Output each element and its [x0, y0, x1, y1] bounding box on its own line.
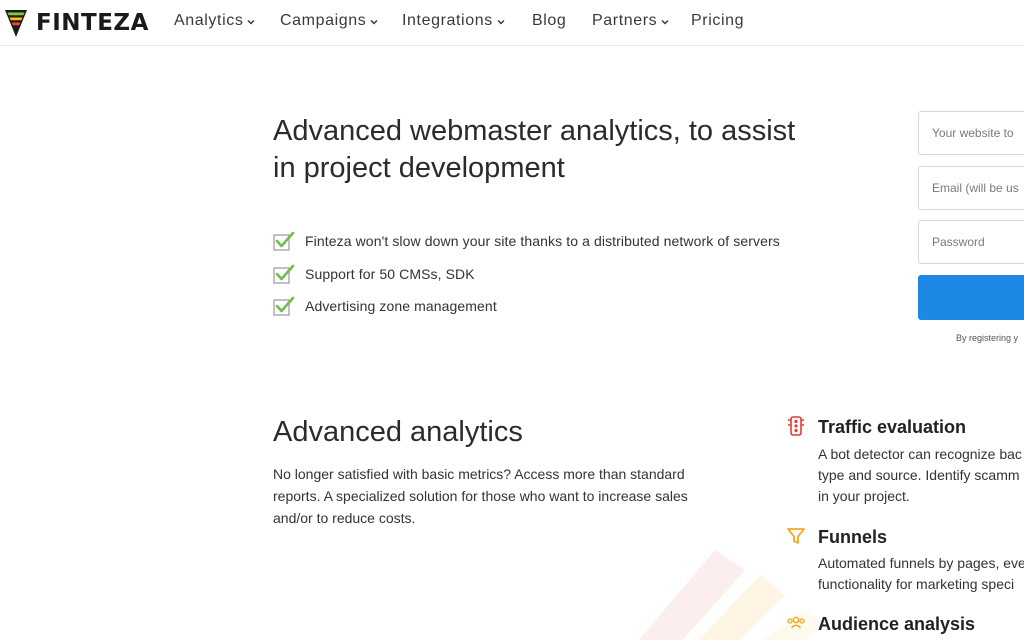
funnels-title: Funnels [818, 527, 888, 547]
finteza-logo[interactable]: FINTEZA [4, 8, 149, 38]
audience-analysis-title: Audience analysis [818, 614, 976, 634]
hero-title: Advanced webmaster analytics, to assist … [273, 113, 853, 187]
description-line: reports. A specialized solution for thos… [273, 488, 688, 504]
nav-partners[interactable]: Partners [592, 12, 669, 30]
website-input[interactable] [918, 111, 1024, 155]
nav-blog-label: Blog [532, 12, 567, 29]
checkmark-icon [273, 296, 295, 316]
traffic-evaluation-title: Traffic evaluation [818, 417, 967, 437]
top-navigation: FINTEZA Analytics Campaigns Integrations… [0, 0, 1024, 46]
checkmark-icon [273, 264, 295, 284]
description-line: Automated funnels by pages, eve [818, 555, 1024, 571]
chevron-down-icon [370, 19, 378, 25]
description-line: and/or to reduce costs. [273, 510, 416, 526]
description-line: functionality for marketing speci [818, 576, 1015, 592]
feature-text: Finteza won't slow down your site thanks… [305, 233, 780, 249]
funnel-icon [787, 528, 805, 544]
nav-pricing-label: Pricing [691, 12, 745, 29]
nav-partners-label: Partners [592, 12, 658, 29]
decorative-background-shape [639, 550, 825, 640]
nav-campaigns-label: Campaigns [280, 12, 367, 29]
chevron-down-icon [497, 19, 505, 25]
funnels-description: Automated funnels by pages, eve function… [818, 553, 1024, 595]
description-line: A bot detector can recognize bac [818, 446, 1022, 462]
nav-integrations-label: Integrations [402, 12, 493, 29]
finteza-logo-icon [5, 10, 27, 37]
section-title: Advanced analytics [273, 416, 523, 448]
hero-title-line-2: in project development [273, 152, 565, 184]
email-input[interactable] [918, 166, 1024, 210]
terms-text: By registering y [956, 333, 1019, 343]
traffic-evaluation-description: A bot detector can recognize bac type an… [818, 444, 1024, 507]
checkmark-icon [273, 231, 295, 251]
audience-icon [787, 616, 805, 629]
feature-item: Advertising zone management [273, 296, 780, 316]
nav-pricing[interactable]: Pricing [691, 12, 744, 30]
description-line: No longer satisfied with basic metrics? … [273, 466, 685, 482]
nav-blog[interactable]: Blog [532, 12, 566, 30]
feature-text: Support for 50 CMSs, SDK [305, 265, 475, 282]
traffic-light-icon [788, 416, 804, 436]
description-line: type and source. Identify scamm [818, 467, 1020, 483]
description-line: in your project. [818, 488, 910, 504]
nav-integrations[interactable]: Integrations [402, 12, 505, 30]
feature-item: Support for 50 CMSs, SDK [273, 264, 780, 284]
nav-analytics[interactable]: Analytics [174, 12, 255, 30]
feature-list: Finteza won't slow down your site thanks… [273, 231, 780, 329]
chevron-down-icon [247, 19, 255, 25]
register-button[interactable] [918, 275, 1024, 320]
feature-text: Advertising zone management [305, 298, 497, 314]
feature-item: Finteza won't slow down your site thanks… [273, 231, 780, 251]
logo-text: FINTEZA [36, 10, 149, 36]
password-input[interactable] [918, 220, 1024, 264]
nav-campaigns[interactable]: Campaigns [280, 12, 378, 30]
nav-analytics-label: Analytics [174, 12, 244, 29]
hero-title-line-1: Advanced webmaster analytics, to assist [273, 115, 796, 147]
chevron-down-icon [661, 19, 669, 25]
